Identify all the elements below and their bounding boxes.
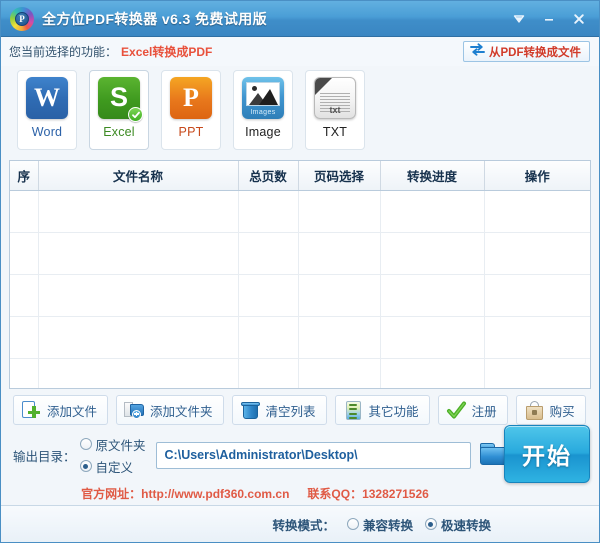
start-button[interactable]: 开始 xyxy=(504,425,590,483)
add-folder-button[interactable]: 添加文件夹 xyxy=(116,395,224,425)
format-label-image: Image xyxy=(245,125,281,139)
radio-original-folder-dot xyxy=(80,438,92,450)
contact-info: 官方网址：http://www.pdf360.com.cn 联系QQ：13282… xyxy=(1,481,599,505)
output-path-input[interactable]: C:\Users\Administrator\Desktop\ xyxy=(156,442,471,469)
output-directory-row: 输出目录： 原文件夹 自定义 C:\Users\Administrator\De… xyxy=(1,429,599,481)
radio-custom-folder-label: 自定义 xyxy=(96,457,134,476)
add-folder-icon xyxy=(124,400,145,421)
output-directory-options: 原文件夹 自定义 xyxy=(80,435,146,476)
minimize-icon[interactable] xyxy=(535,6,563,32)
action-toolbar: 添加文件 添加文件夹 清空列表 其它功能 xyxy=(1,389,599,429)
application-window: P 全方位PDF转换器 v6.3 免费试用版 您当前选择的功能： Excel转换… xyxy=(0,0,600,543)
minimize-to-tray-icon[interactable] xyxy=(505,6,533,32)
table-row[interactable] xyxy=(10,359,590,390)
column-header-pagecount[interactable]: 总页数 xyxy=(238,161,298,191)
current-function-value: Excel转换成PDF xyxy=(121,43,212,60)
mountain-large xyxy=(259,89,278,105)
column-header-index[interactable]: 序 xyxy=(10,161,38,191)
table-header-row: 序 文件名称 总页数 页码选择 转换进度 操作 xyxy=(10,161,590,191)
format-button-txt[interactable]: txt TXT xyxy=(305,70,365,150)
app-logo-icon: P xyxy=(10,7,34,31)
sun-shape xyxy=(252,86,257,91)
selected-check-badge-icon xyxy=(128,107,143,122)
radio-original-folder-label: 原文件夹 xyxy=(96,435,146,454)
window-title: 全方位PDF转换器 v6.3 免费试用版 xyxy=(42,9,267,29)
other-functions-button[interactable]: 其它功能 xyxy=(335,395,430,425)
list-icon xyxy=(343,400,364,421)
column-header-actions[interactable]: 操作 xyxy=(484,161,590,191)
file-list-body[interactable] xyxy=(10,191,590,390)
check-icon xyxy=(446,400,467,421)
txt-icon: txt xyxy=(314,77,356,119)
format-label-word: Word xyxy=(32,125,62,139)
format-label-txt: TXT xyxy=(323,125,347,139)
add-file-label: 添加文件 xyxy=(47,401,97,420)
radio-original-folder[interactable]: 原文件夹 xyxy=(80,435,146,454)
swap-arrows-icon xyxy=(470,43,485,61)
shopping-bag-icon xyxy=(524,400,545,421)
official-website-text[interactable]: 官方网址：http://www.pdf360.com.cn xyxy=(81,485,289,502)
column-header-filename[interactable]: 文件名称 xyxy=(38,161,238,191)
close-icon[interactable] xyxy=(565,6,593,32)
format-button-excel[interactable]: S Excel xyxy=(89,70,149,150)
word-icon-letter: W xyxy=(34,85,60,111)
from-pdf-convert-label: 从PDF转换成文件 xyxy=(489,44,581,60)
excel-icon-letter: S xyxy=(110,84,128,111)
file-list-table: 序 文件名称 总页数 页码选择 转换进度 操作 xyxy=(10,161,590,389)
column-header-pagerange[interactable]: 页码选择 xyxy=(298,161,380,191)
radio-custom-folder[interactable]: 自定义 xyxy=(80,457,146,476)
table-row[interactable] xyxy=(10,317,590,359)
purchase-label: 购买 xyxy=(550,401,575,420)
image-icon-caption: Images xyxy=(242,109,284,116)
clear-list-button[interactable]: 清空列表 xyxy=(232,395,327,425)
add-file-button[interactable]: 添加文件 xyxy=(13,395,108,425)
txt-icon-caption: txt xyxy=(315,105,355,115)
format-label-excel: Excel xyxy=(103,125,135,139)
format-selector: W Word S Excel P PPT xyxy=(1,66,599,158)
format-button-word[interactable]: W Word xyxy=(17,70,77,150)
radio-compatible-mode-label: 兼容转换 xyxy=(363,515,413,534)
trash-icon xyxy=(240,400,261,421)
conversion-mode-bar: 转换模式： 兼容转换 极速转换 xyxy=(1,505,599,542)
logo-letter: P xyxy=(15,12,29,26)
column-header-progress[interactable]: 转换进度 xyxy=(380,161,484,191)
radio-fast-mode[interactable]: 极速转换 xyxy=(425,515,491,534)
format-button-image[interactable]: Images Image xyxy=(233,70,293,150)
from-pdf-convert-button[interactable]: 从PDF转换成文件 xyxy=(463,41,590,62)
excel-icon: S xyxy=(98,77,140,119)
contact-qq-text: 联系QQ：1328271526 xyxy=(307,485,428,502)
output-directory-label: 输出目录： xyxy=(13,446,76,465)
add-file-icon xyxy=(21,400,42,421)
table-row[interactable] xyxy=(10,233,590,275)
other-functions-label: 其它功能 xyxy=(369,401,419,420)
window-controls xyxy=(505,1,593,36)
clear-list-label: 清空列表 xyxy=(266,401,316,420)
ppt-icon-letter: P xyxy=(183,85,199,111)
ppt-icon: P xyxy=(170,77,212,119)
radio-compatible-mode-dot xyxy=(347,518,359,530)
add-folder-label: 添加文件夹 xyxy=(150,401,213,420)
photo-frame xyxy=(246,82,280,106)
conversion-mode-label: 转换模式： xyxy=(272,515,335,534)
register-button[interactable]: 注册 xyxy=(438,395,508,425)
format-label-ppt: PPT xyxy=(179,125,204,139)
purchase-button[interactable]: 购买 xyxy=(516,395,586,425)
table-row[interactable] xyxy=(10,275,590,317)
table-row[interactable] xyxy=(10,191,590,233)
image-icon: Images xyxy=(242,77,284,119)
format-button-ppt[interactable]: P PPT xyxy=(161,70,221,150)
register-label: 注册 xyxy=(472,401,497,420)
current-function-label: 您当前选择的功能： xyxy=(9,43,117,60)
radio-compatible-mode[interactable]: 兼容转换 xyxy=(347,515,413,534)
current-function-bar: 您当前选择的功能： Excel转换成PDF 从PDF转换成文件 xyxy=(1,37,599,66)
file-list-panel: 序 文件名称 总页数 页码选择 转换进度 操作 xyxy=(9,160,591,389)
radio-custom-folder-dot xyxy=(80,460,92,472)
radio-fast-mode-dot xyxy=(425,518,437,530)
radio-fast-mode-label: 极速转换 xyxy=(441,515,491,534)
title-bar: P 全方位PDF转换器 v6.3 免费试用版 xyxy=(1,1,599,37)
word-icon: W xyxy=(26,77,68,119)
